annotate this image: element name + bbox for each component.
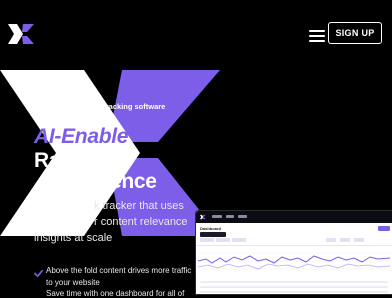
dashboard-action-button xyxy=(378,226,390,231)
headline-line-1: AI-Enable xyxy=(34,125,129,148)
dashboard-filter xyxy=(216,238,230,242)
dashboard-filter xyxy=(232,238,246,242)
check-icon xyxy=(34,269,43,278)
dashboard-title: Dashboard xyxy=(200,226,221,231)
dashboard-filter xyxy=(326,238,336,242)
dashboard-header: Dashboard xyxy=(196,223,392,246)
dashboard-filter xyxy=(200,238,214,242)
headline-line-3: ence xyxy=(110,170,157,193)
dashboard-table-row xyxy=(200,281,388,283)
dashboard-table-row xyxy=(200,286,388,288)
dashboard-filter xyxy=(354,238,364,242)
hero-eyebrow: k tracking software xyxy=(97,102,166,111)
dashboard-topbar xyxy=(196,211,392,223)
dashboard-logo-icon xyxy=(200,214,206,220)
bullet-1-line-1: Above the fold content drives more traff… xyxy=(46,266,192,275)
x-logo-icon[interactable] xyxy=(8,24,36,44)
bullet-1-line-2: to your website xyxy=(46,278,100,287)
dashboard-preview: Dashboard xyxy=(196,211,392,294)
hamburger-menu-icon[interactable] xyxy=(309,28,325,42)
dashboard-nav-item xyxy=(212,215,222,218)
hero-paragraph-line-1: k tracker that uses xyxy=(94,200,184,212)
hero-paragraph-line-2: r content relevance xyxy=(94,216,188,228)
signup-button[interactable]: SIGN UP xyxy=(328,22,382,44)
dashboard-table-row xyxy=(200,291,388,293)
dashboard-select xyxy=(200,232,226,237)
headline-line-2: Ra xyxy=(34,149,61,172)
dashboard-nav-item xyxy=(238,215,247,218)
hero-paragraph-line-3: insights at scale xyxy=(34,232,113,244)
dashboard-line-chart xyxy=(198,252,390,270)
dashboard-nav-item xyxy=(226,215,234,218)
dashboard-filter xyxy=(340,238,350,242)
